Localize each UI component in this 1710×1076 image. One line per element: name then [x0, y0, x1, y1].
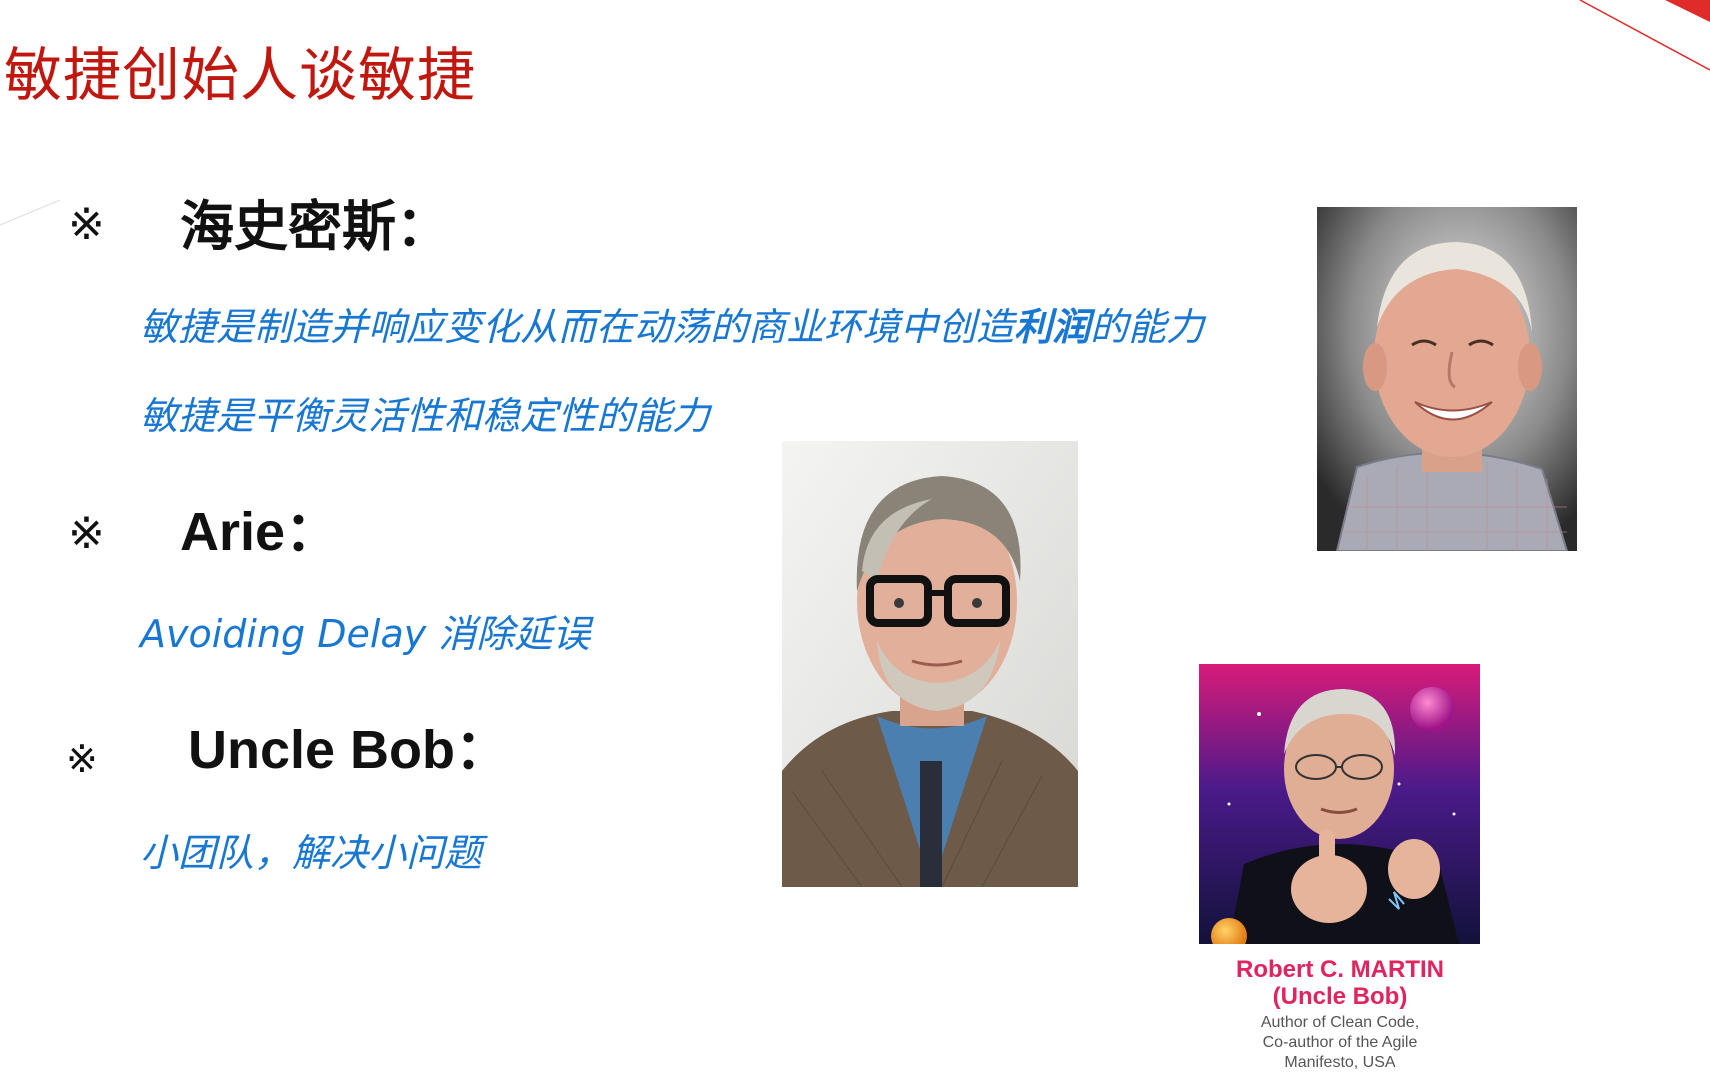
left-decoration — [0, 199, 60, 226]
slide-title: 敏捷创始人谈敏捷 — [4, 41, 477, 109]
quote-highsmith-1: 敏捷是制造并响应变化从而在动荡的商业环境中创造利润的能力 — [140, 308, 1204, 346]
highsmith-photo — [1317, 207, 1577, 551]
quote-bold-text: 利润 — [1014, 305, 1091, 349]
section-heading-highsmith: 海史密斯： — [180, 195, 450, 258]
quote-highsmith-2: 敏捷是平衡灵活性和稳定性的能力 — [140, 394, 711, 438]
bullet-symbol: ※ — [68, 199, 105, 250]
arie-photo — [782, 441, 1078, 887]
uncle-bob-desc-line2: Co-author of the Agile — [1262, 1034, 1418, 1051]
uncle-bob-name: Robert C. MARTIN — [1236, 956, 1444, 983]
uncle-bob-desc-line3: Manifesto, USA — [1284, 1054, 1396, 1071]
bullet-symbol: ※ — [66, 737, 98, 781]
quote-text-end: 的能力 — [1090, 305, 1205, 349]
uncle-bob-nickname: (Uncle Bob) — [1272, 983, 1408, 1010]
quote-arie: Avoiding Delay 消除延误 — [140, 612, 591, 656]
uncle-bob-desc-line1: Author of Clean Code, — [1260, 1014, 1420, 1031]
section-heading-uncle-bob: Uncle Bob： — [188, 720, 510, 780]
corner-decoration — [1579, 0, 1710, 71]
uncle-bob-photo — [1199, 664, 1480, 944]
bullet-symbol: ※ — [68, 508, 105, 559]
section-heading-arie: Arie： — [180, 502, 340, 562]
quote-uncle-bob: 小团队，解决小问题 — [140, 831, 483, 875]
quote-text: 敏捷是制造并响应变化从而在动荡的商业环境中创造 — [140, 305, 1015, 349]
